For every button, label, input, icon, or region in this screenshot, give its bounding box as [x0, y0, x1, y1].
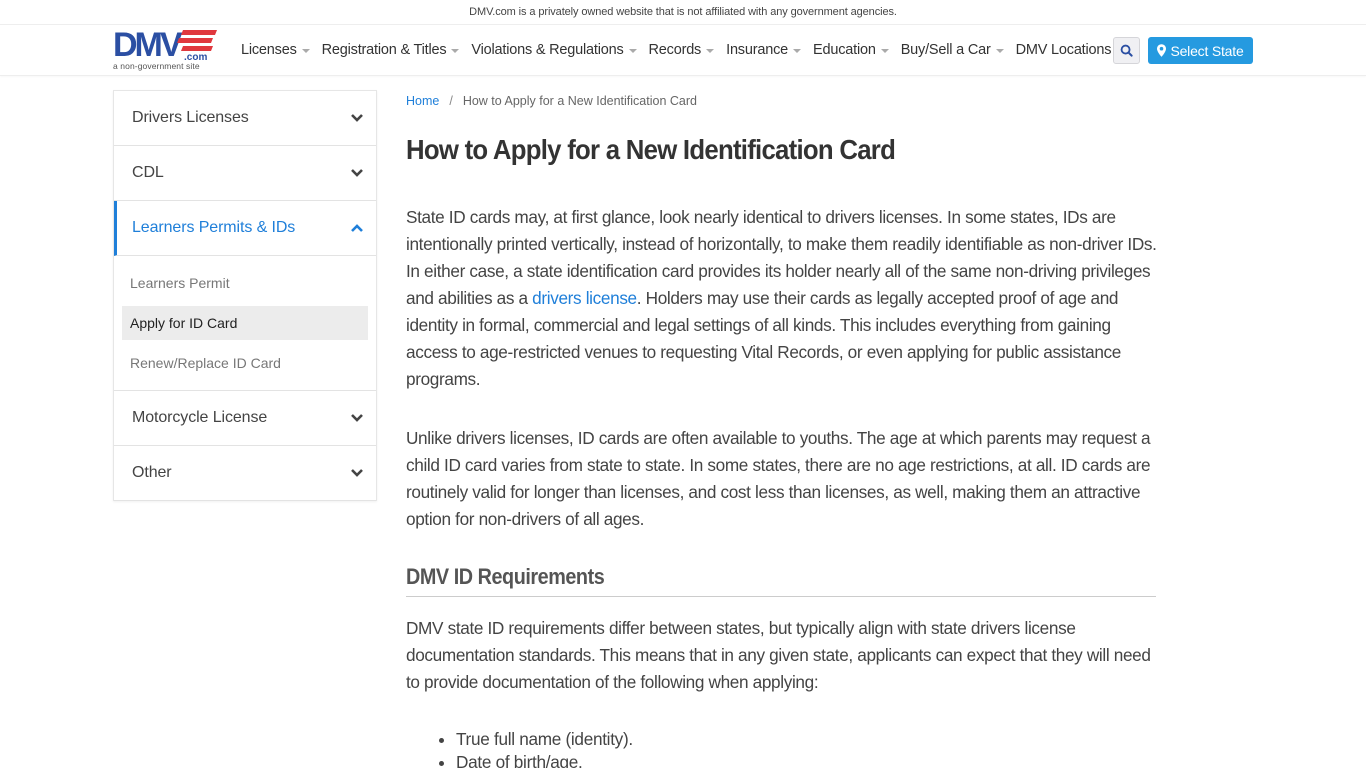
nav-dmv-locations[interactable]: DMV Locations	[1016, 42, 1112, 58]
sidebar-submenu: Learners Permit Apply for ID Card Renew/…	[114, 256, 376, 391]
nav-label: Records	[648, 42, 702, 58]
caret-down-icon	[793, 49, 801, 53]
sidebar-item-label: Learners Permits & IDs	[132, 219, 296, 236]
sidebar-item-label: Motorcycle License	[132, 409, 268, 426]
chevron-up-icon	[351, 224, 363, 232]
sidebar-subitem-apply-id-card[interactable]: Apply for ID Card	[122, 306, 368, 340]
caret-down-icon	[706, 49, 715, 53]
nav-records[interactable]: Records	[649, 42, 715, 58]
search-button[interactable]	[1113, 37, 1140, 64]
requirements-list: True full name (identity). Date of birth…	[456, 728, 633, 768]
section-heading-text: DMV ID Requirements	[406, 564, 605, 589]
caret-down-icon	[628, 49, 637, 53]
nav-label: Licenses	[241, 42, 297, 58]
site-header: DMV .com a non-government site Licenses …	[0, 25, 1366, 76]
caret-down-icon	[880, 49, 889, 53]
nav-registration-titles[interactable]: Registration & Titles	[322, 42, 460, 58]
logo-tagline: a non-government site	[113, 61, 200, 71]
sidebar-item-label: Other	[132, 464, 172, 481]
article-content: Home / How to Apply for a New Identifica…	[406, 90, 1157, 768]
search-icon	[1120, 44, 1133, 57]
list-item: True full name (identity).	[456, 728, 633, 751]
chevron-down-icon	[351, 414, 363, 422]
breadcrumb-separator: /	[449, 94, 453, 108]
intro-paragraph: State ID cards may, at first glance, loo…	[406, 204, 1158, 393]
caret-down-icon	[451, 49, 460, 53]
sidebar-subitem-learners-permit[interactable]: Learners Permit	[122, 266, 368, 300]
breadcrumb-home-link[interactable]: Home	[406, 94, 439, 108]
chevron-down-icon	[351, 114, 363, 122]
dmv-logo-mark: DMV .com	[113, 26, 217, 64]
disclaimer-text: DMV.com is a privately owned website tha…	[469, 6, 897, 18]
youth-paragraph: Unlike drivers licenses, ID cards are of…	[406, 428, 1151, 529]
requirements-paragraph: DMV state ID requirements differ between…	[406, 618, 1151, 692]
breadcrumb: Home / How to Apply for a New Identifica…	[406, 94, 1156, 108]
select-state-label: Select State	[1170, 42, 1244, 59]
main-nav: Licenses Registration & Titles Violation…	[241, 25, 1123, 75]
sidebar-item-learners-permits-ids[interactable]: Learners Permits & IDs	[114, 201, 376, 256]
dmv-logo[interactable]: DMV .com a non-government site	[113, 26, 223, 72]
nav-label: Education	[813, 42, 876, 58]
nav-label: Insurance	[726, 42, 788, 58]
caret-down-icon	[995, 49, 1004, 53]
section-heading-requirements: DMV ID Requirements	[406, 564, 1156, 597]
nav-violations-regulations[interactable]: Violations & Regulations	[471, 42, 637, 58]
breadcrumb-current: How to Apply for a New Identification Ca…	[462, 94, 697, 108]
chevron-down-icon	[351, 469, 363, 477]
page-title: How to Apply for a New Identification Ca…	[406, 134, 896, 165]
nav-label: Buy/Sell a Car	[900, 42, 991, 58]
sidebar-item-other[interactable]: Other	[114, 446, 376, 501]
sidebar-item-motorcycle-license[interactable]: Motorcycle License	[114, 391, 376, 446]
sidebar-item-cdl[interactable]: CDL	[114, 146, 376, 201]
nav-insurance[interactable]: Insurance	[726, 42, 801, 58]
list-item: Date of birth/age.	[456, 751, 633, 768]
sidebar-subitem-renew-replace-id-card[interactable]: Renew/Replace ID Card	[122, 346, 368, 380]
nav-label: Violations & Regulations	[471, 42, 624, 58]
select-state-button[interactable]: Select State	[1148, 37, 1253, 64]
disclaimer-bar: DMV.com is a privately owned website tha…	[0, 0, 1366, 25]
sidebar-item-label: Drivers Licenses	[132, 109, 249, 126]
logo-text: DMV	[113, 28, 183, 62]
nav-label: DMV Locations	[1015, 42, 1112, 58]
drivers-license-link[interactable]: drivers license	[532, 288, 637, 308]
nav-buy-sell-car[interactable]: Buy/Sell a Car	[901, 42, 1004, 58]
sidebar-menu: Drivers Licenses CDL Learners Permits & …	[113, 90, 377, 501]
nav-education[interactable]: Education	[813, 42, 889, 58]
chevron-down-icon	[351, 169, 363, 177]
sidebar-item-drivers-licenses[interactable]: Drivers Licenses	[114, 91, 376, 146]
nav-licenses[interactable]: Licenses	[241, 42, 310, 58]
map-marker-icon	[1157, 44, 1167, 57]
nav-label: Registration & Titles	[321, 42, 447, 58]
sidebar-item-label: CDL	[132, 164, 164, 181]
caret-down-icon	[301, 49, 310, 53]
